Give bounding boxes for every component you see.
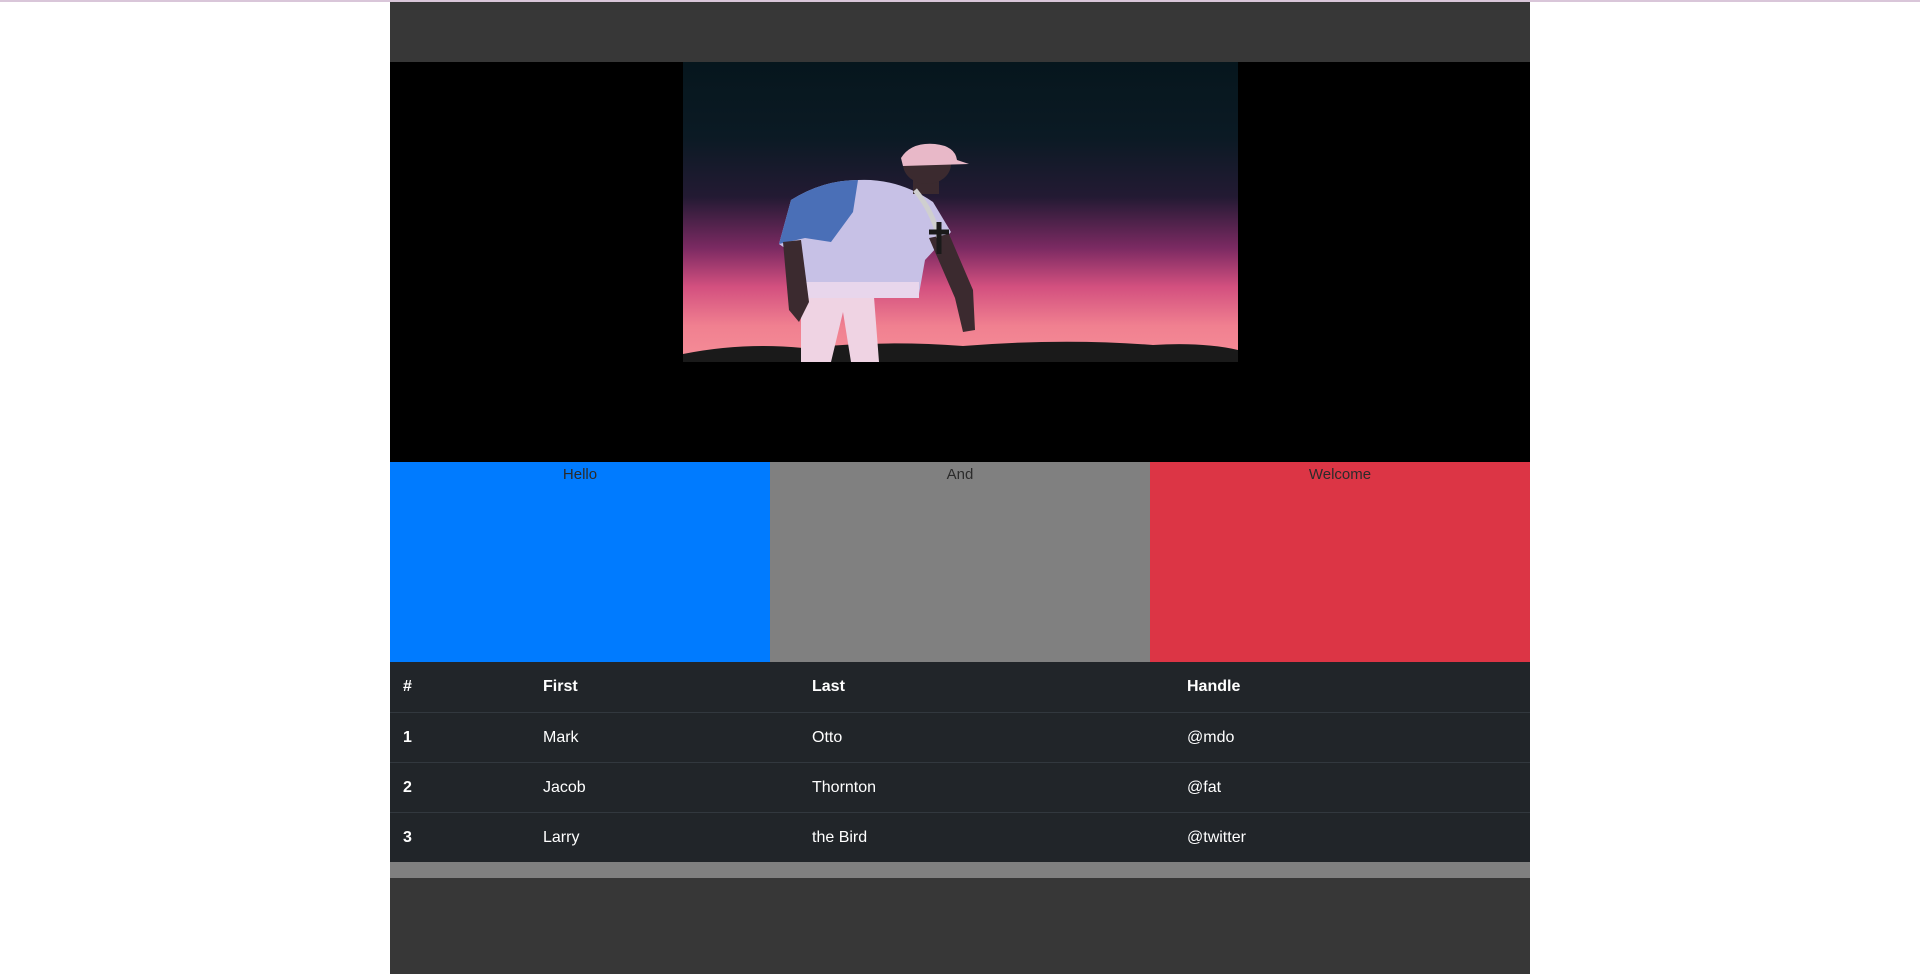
cell-handle: @fat [1174, 762, 1530, 813]
column-header-handle: Handle [1187, 678, 1241, 695]
header-bar [390, 2, 1530, 62]
data-table: # First Last Handle 1 Mark Otto @mdo 2 J… [390, 662, 1530, 862]
table-row: 2 Jacob Thornton @fat [390, 762, 1530, 813]
row-number: 1 [390, 712, 530, 763]
tile-and: And [770, 462, 1150, 662]
column-header-last: Last [812, 678, 845, 695]
cell-handle: @twitter [1174, 812, 1530, 862]
table-header: # First Last Handle [390, 662, 1530, 713]
tile-label: Welcome [1308, 466, 1372, 483]
cell-first: Mark [530, 712, 799, 763]
row-number: 3 [390, 812, 530, 862]
footer-bar [390, 878, 1530, 974]
divider-bar [390, 862, 1530, 878]
row-number: 2 [390, 762, 530, 813]
table-row: 3 Larry the Bird @twitter [390, 812, 1530, 862]
column-header-number: # [403, 678, 412, 695]
cell-last: Otto [799, 712, 1174, 763]
tile-label: And [946, 466, 974, 483]
cell-first: Larry [530, 812, 799, 862]
tile-row: Hello And Welcome [390, 462, 1530, 662]
cell-handle: @mdo [1174, 712, 1530, 763]
cell-first: Jacob [530, 762, 799, 813]
tile-label: Hello [562, 466, 598, 483]
page-container: Hello And Welcome # First Last Handle 1 … [390, 2, 1530, 974]
tile-welcome: Welcome [1150, 462, 1530, 662]
cell-last: Thornton [799, 762, 1174, 813]
table-row: 1 Mark Otto @mdo [390, 712, 1530, 763]
column-header-first: First [543, 678, 578, 695]
table-header-row: # First Last Handle [390, 662, 1530, 713]
tile-hello: Hello [390, 462, 770, 662]
cell-last: the Bird [799, 812, 1174, 862]
hero-image [683, 62, 1238, 362]
hero-section [390, 62, 1530, 462]
